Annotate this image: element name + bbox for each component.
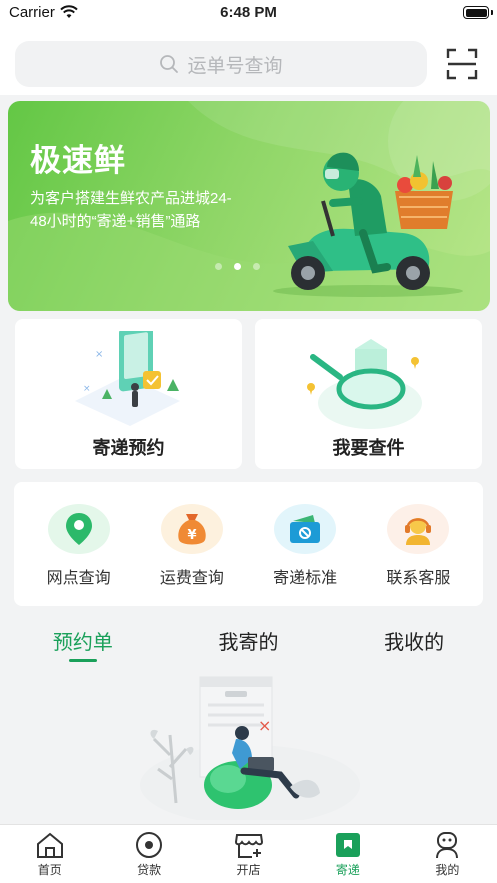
tab-label: 我收的 bbox=[384, 632, 445, 654]
banner-title: 极速鲜 bbox=[30, 143, 126, 178]
tab-appointments[interactable]: 预约单 bbox=[0, 618, 166, 668]
header: 运单号查询 bbox=[0, 28, 497, 95]
tab-label: 预约单 bbox=[52, 632, 113, 654]
nav-profile[interactable]: 我的 bbox=[398, 825, 497, 883]
tab-label: 我寄的 bbox=[218, 632, 279, 654]
service-customer-support[interactable]: 联系客服 bbox=[368, 482, 468, 606]
battery-icon bbox=[463, 6, 489, 19]
search-placeholder: 运单号查询 bbox=[187, 55, 283, 77]
nav-home[interactable]: 首页 bbox=[0, 825, 99, 883]
scan-icon[interactable] bbox=[446, 48, 478, 80]
profile-icon bbox=[436, 832, 459, 859]
phone-booking-illustration: × × bbox=[75, 331, 180, 426]
money-bag-icon: ¥ bbox=[160, 504, 223, 554]
status-bar: Carrier 6:48 PM bbox=[0, 0, 497, 28]
home-icon bbox=[36, 832, 63, 858]
bottom-tab-bar: 首页 贷款 开店 寄递 我的 bbox=[0, 824, 497, 883]
magnifier-illustration bbox=[307, 339, 422, 429]
tab-sent[interactable]: 我寄的 bbox=[166, 618, 332, 668]
wallet-icon bbox=[274, 504, 337, 554]
nav-label: 贷款 bbox=[137, 863, 162, 877]
booking-card-label: 寄递预约 bbox=[92, 438, 165, 458]
order-tabs: 预约单 我寄的 我收的 bbox=[0, 618, 497, 668]
service-grid: 网点查询 ¥ 运费查询 寄递标准 联系客服 bbox=[14, 482, 483, 606]
nav-open-store[interactable]: 开店 bbox=[199, 825, 298, 883]
status-time: 6:48 PM bbox=[220, 4, 277, 21]
nav-label: 我的 bbox=[435, 863, 460, 877]
search-icon bbox=[160, 55, 179, 73]
service-label: 联系客服 bbox=[386, 570, 451, 587]
nav-loan[interactable]: 贷款 bbox=[99, 825, 198, 883]
service-outlet-search[interactable]: 网点查询 bbox=[29, 482, 129, 606]
carousel-dot[interactable] bbox=[215, 263, 222, 270]
loan-icon bbox=[136, 832, 163, 858]
booking-card[interactable]: × × 寄递预约 bbox=[15, 319, 242, 469]
send-box-icon bbox=[335, 833, 360, 857]
delivery-scooter-illustration bbox=[273, 152, 463, 297]
search-input[interactable]: 运单号查询 bbox=[15, 41, 427, 87]
banner-description: 为客户搭建生鲜农产品进城24-48小时的“寄递+销售”通路 bbox=[30, 190, 232, 230]
location-pin-icon bbox=[47, 504, 110, 554]
service-label: 寄递标准 bbox=[273, 570, 338, 587]
carousel-dot-active[interactable] bbox=[234, 263, 241, 270]
service-freight-query[interactable]: ¥ 运费查询 bbox=[142, 482, 242, 606]
tab-received[interactable]: 我收的 bbox=[331, 618, 497, 668]
service-label: 运费查询 bbox=[159, 570, 224, 587]
track-parcel-card-label: 我要查件 bbox=[332, 438, 405, 458]
promo-banner[interactable]: 极速鲜 为客户搭建生鲜农产品进城24-48小时的“寄递+销售”通路 bbox=[8, 101, 490, 311]
service-delivery-standard[interactable]: 寄递标准 bbox=[255, 482, 355, 606]
svg-text:×: × bbox=[258, 716, 271, 735]
nav-label: 开店 bbox=[236, 863, 261, 877]
store-icon bbox=[234, 834, 263, 858]
nav-label: 首页 bbox=[37, 863, 62, 877]
svg-text:×: × bbox=[95, 349, 103, 360]
empty-state-illustration: × bbox=[140, 676, 360, 820]
svg-text:×: × bbox=[83, 384, 91, 394]
svg-text:¥: ¥ bbox=[187, 528, 196, 543]
nav-send[interactable]: 寄递 bbox=[298, 825, 397, 883]
carousel-dot[interactable] bbox=[253, 263, 260, 270]
service-label: 网点查询 bbox=[46, 570, 111, 587]
carousel-dots bbox=[215, 263, 260, 270]
track-parcel-card[interactable]: 我要查件 bbox=[255, 319, 482, 469]
nav-label: 寄递 bbox=[335, 863, 360, 877]
customer-service-icon bbox=[387, 504, 450, 554]
active-tab-indicator bbox=[68, 659, 97, 662]
